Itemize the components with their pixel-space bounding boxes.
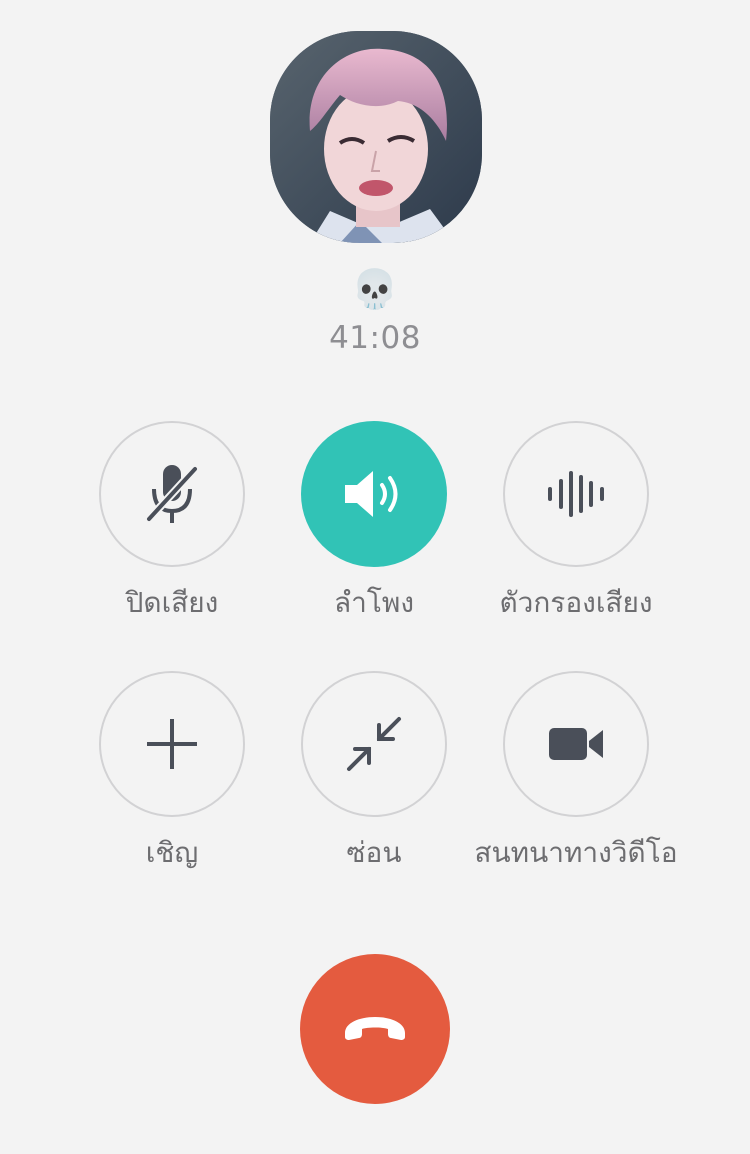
mute-control[interactable]: ปิดเสียง (72, 421, 272, 621)
plus-icon (147, 719, 197, 769)
sound-wave-icon (548, 471, 604, 517)
video-call-control[interactable]: สนทนาทางวิดีโอ (474, 671, 678, 871)
minimize-arrows-icon (347, 717, 401, 771)
noise-filter-button[interactable] (503, 421, 649, 567)
caller-name: 💀 (351, 267, 399, 311)
noise-filter-control[interactable]: ตัวกรองเสียง (476, 421, 676, 621)
speaker-label: ลำโพง (333, 586, 415, 619)
microphone-off-icon (146, 465, 198, 523)
noise-filter-label: ตัวกรองเสียง (499, 586, 653, 619)
video-call-label: สนทนาทางวิดีโอ (474, 836, 678, 869)
mute-button[interactable] (99, 421, 245, 567)
minimize-control[interactable]: ซ่อน (274, 671, 474, 871)
minimize-button[interactable] (301, 671, 447, 817)
invite-button[interactable] (99, 671, 245, 817)
mute-label: ปิดเสียง (125, 586, 219, 619)
hang-up-icon (345, 1017, 405, 1040)
video-camera-icon (549, 728, 603, 760)
speaker-control[interactable]: ลำโพง (274, 421, 474, 621)
invite-control[interactable]: เชิญ (72, 671, 272, 871)
caller-avatar (270, 31, 482, 243)
speaker-button[interactable] (301, 421, 447, 567)
end-call-button[interactable] (300, 954, 450, 1104)
invite-label: เชิญ (145, 836, 199, 869)
minimize-label: ซ่อน (346, 836, 402, 869)
call-duration: 41:08 (329, 320, 421, 356)
video-call-button[interactable] (503, 671, 649, 817)
speaker-icon (345, 471, 398, 517)
